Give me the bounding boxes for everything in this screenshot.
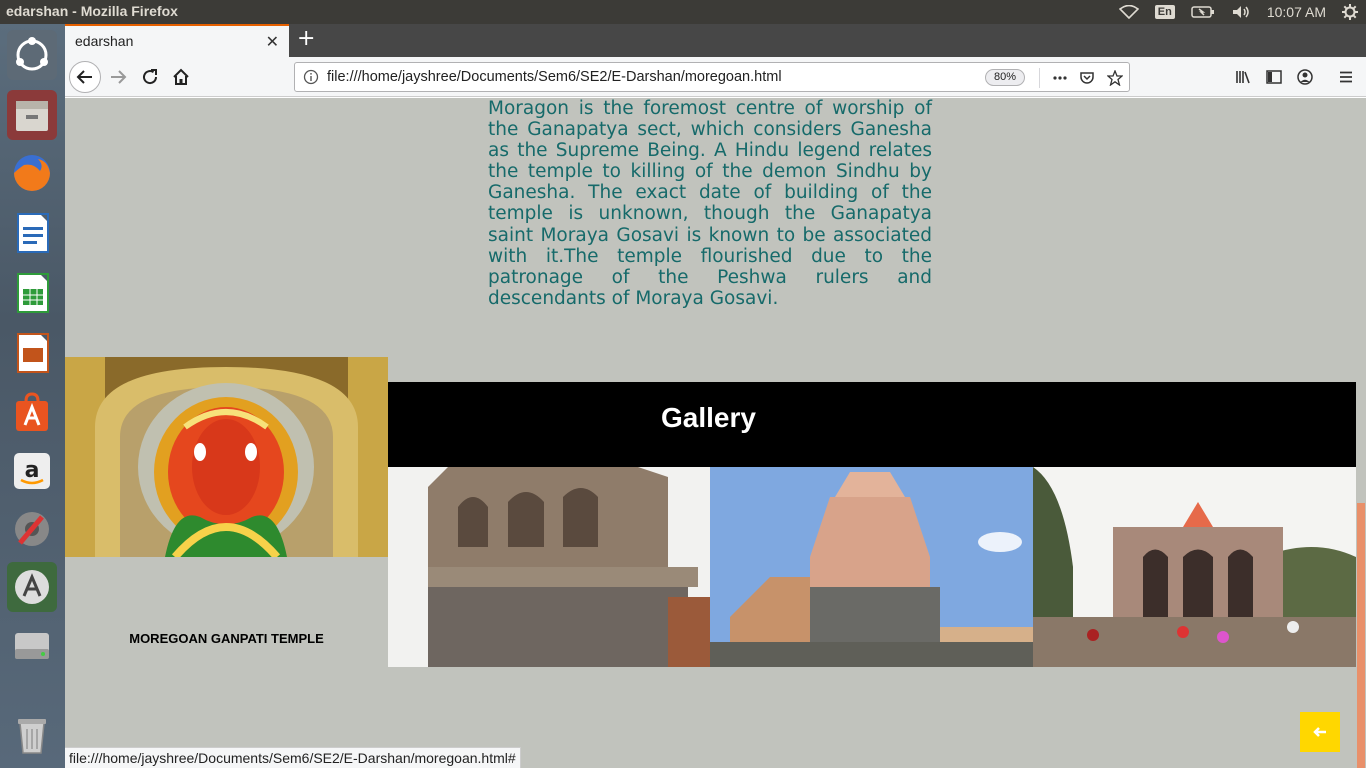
clock[interactable]: 10:07 AM — [1267, 4, 1326, 20]
pocket-icon[interactable] — [1077, 68, 1097, 88]
system-tray: En 10:07 AM — [1118, 0, 1358, 24]
account-icon — [1297, 69, 1313, 85]
url-bar[interactable]: file:///home/jayshree/Documents/Sem6/SE2… — [294, 62, 1130, 92]
library-button[interactable] — [1228, 63, 1258, 91]
library-icon — [1236, 71, 1250, 84]
zoom-level-badge[interactable]: 80% — [985, 69, 1025, 86]
battery-icon[interactable] — [1191, 5, 1215, 19]
page-content: Moragon is the foremost centre of worshi… — [65, 98, 1356, 768]
hamburger-menu-icon — [1340, 71, 1352, 83]
back-button[interactable] — [69, 61, 101, 93]
system-settings-icon[interactable] — [7, 504, 57, 554]
volume-icon[interactable] — [1231, 5, 1251, 19]
url-bar-separator — [1039, 68, 1040, 88]
navigation-bar: file:///home/jayshree/Documents/Sem6/SE2… — [65, 57, 1366, 97]
arrow-left-icon — [76, 70, 92, 84]
ubuntu-software-icon[interactable] — [7, 388, 57, 438]
sidebar-button[interactable] — [1259, 63, 1289, 91]
dash-home-icon[interactable] — [7, 30, 57, 80]
arrow-left-icon — [1313, 727, 1326, 737]
back-to-top-button[interactable] — [1300, 712, 1340, 752]
scrollbar[interactable] — [1356, 98, 1366, 768]
page-actions-icon[interactable] — [1050, 68, 1070, 88]
keyboard-layout-indicator[interactable]: En — [1154, 5, 1175, 19]
gallery-title: Gallery — [661, 402, 756, 433]
trash-icon[interactable] — [7, 710, 57, 760]
gallery-header: Gallery — [388, 382, 1356, 467]
menu-button[interactable] — [1331, 63, 1361, 91]
wifi-icon[interactable] — [1118, 5, 1139, 19]
temple-description: Moragon is the foremost centre of worshi… — [488, 98, 932, 309]
window-title: edarshan - Mozilla Firefox — [6, 3, 178, 19]
arrow-right-icon — [111, 70, 127, 84]
bookmark-star-icon[interactable] — [1105, 68, 1125, 88]
gallery-image-temple-tower[interactable] — [388, 467, 711, 667]
gear-icon[interactable] — [1342, 4, 1358, 20]
status-bar: file:///home/jayshree/Documents/Sem6/SE2… — [65, 747, 521, 768]
software-updater-icon[interactable] — [7, 562, 57, 612]
reload-button[interactable] — [135, 63, 165, 91]
libreoffice-writer-icon[interactable] — [7, 208, 57, 258]
libreoffice-impress-icon[interactable] — [7, 328, 57, 378]
scrollbar-thumb[interactable] — [1357, 503, 1365, 768]
temple-caption: MOREGOAN GANPATI TEMPLE — [129, 631, 324, 646]
ganpati-idol-image — [65, 357, 388, 557]
amazon-icon[interactable]: a — [7, 446, 57, 496]
top-panel: edarshan - Mozilla Firefox En 10:07 AM — [0, 0, 1366, 24]
disk-drive-icon[interactable] — [7, 620, 57, 670]
tab-bar: edarshan ✕ + — [65, 24, 1366, 57]
new-tab-icon[interactable]: + — [297, 26, 315, 51]
url-text[interactable]: file:///home/jayshree/Documents/Sem6/SE2… — [327, 69, 782, 85]
tab-edarshan[interactable]: edarshan ✕ — [65, 24, 289, 57]
home-icon — [173, 68, 189, 85]
svg-text:a: a — [25, 458, 40, 483]
tab-title: edarshan — [75, 33, 134, 49]
reload-icon — [143, 69, 158, 85]
launcher: a — [0, 24, 65, 768]
sidebar-icon — [1266, 70, 1282, 84]
forward-button[interactable] — [103, 63, 133, 91]
libreoffice-calc-icon[interactable] — [7, 268, 57, 318]
gallery-image-temple-spire[interactable] — [710, 467, 1033, 667]
files-icon[interactable] — [7, 90, 57, 140]
home-button[interactable] — [166, 63, 196, 91]
firefox-window: edarshan ✕ + file:///home/jayshree/Docum… — [65, 24, 1366, 768]
account-button[interactable] — [1290, 63, 1320, 91]
firefox-icon[interactable] — [7, 148, 57, 198]
info-icon[interactable] — [303, 69, 319, 85]
close-tab-icon[interactable]: ✕ — [266, 32, 279, 51]
gallery-image-temple-courtyard[interactable] — [1033, 467, 1356, 667]
